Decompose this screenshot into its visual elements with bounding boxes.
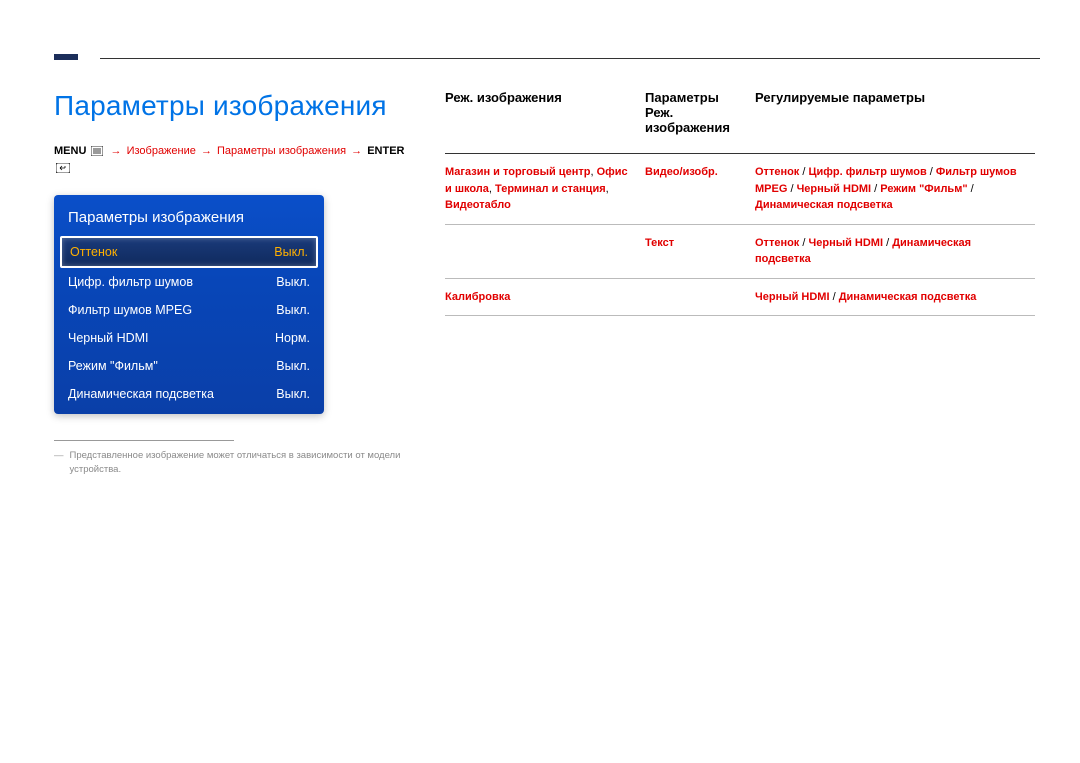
osd-title: Параметры изображения [54, 205, 324, 236]
osd-row[interactable]: Цифр. фильтр шумов Выкл. [54, 268, 324, 296]
breadcrumb-arrow: → [201, 145, 212, 157]
table-row: Калибровка Черный HDMI / Динамическая под… [445, 278, 1035, 316]
osd-row-value: Выкл. [274, 245, 308, 259]
footnote-text: Представленное изображение может отличат… [70, 449, 420, 478]
left-column: Параметры изображения MENU → Изображение… [54, 90, 419, 477]
footnote: ― Представленное изображение может отлич… [54, 449, 419, 478]
osd-row-value: Выкл. [276, 275, 310, 289]
table-cell: Оттенок / Цифр. фильтр шумов / Фильтр шу… [755, 154, 1035, 225]
menu-icon [91, 146, 103, 161]
breadcrumb-seg-1: Изображение [127, 145, 196, 157]
table-cell: Текст [645, 224, 755, 278]
osd-row-label: Режим "Фильм" [68, 359, 268, 373]
enter-icon [56, 163, 70, 178]
info-table: Реж. изображения ПараметрыРеж. изображен… [445, 90, 1035, 316]
breadcrumb-menu-label: MENU [54, 145, 86, 157]
table-cell: Видео/изобр. [645, 154, 755, 225]
osd-row-label: Цифр. фильтр шумов [68, 275, 268, 289]
osd-row[interactable]: Фильтр шумов MPEG Выкл. [54, 296, 324, 324]
footnote-dash: ― [54, 449, 64, 478]
osd-row-value: Норм. [275, 331, 310, 345]
osd-panel: Параметры изображения ОттенокВыкл.Цифр. … [54, 195, 324, 414]
footnote-rule [54, 440, 234, 441]
breadcrumb-enter-label: ENTER [367, 145, 404, 157]
table-cell [445, 224, 645, 278]
page-content: Параметры изображения MENU → Изображение… [54, 90, 1040, 477]
table-row: ТекстОттенок / Черный HDMI / Динамическа… [445, 224, 1035, 278]
header-accent [54, 54, 78, 60]
osd-row-label: Динамическая подсветка [68, 387, 268, 401]
table-cell: Магазин и торговый центр, Офис и школа, … [445, 154, 645, 225]
table-header-mode: Реж. изображения [445, 90, 645, 154]
table-cell [645, 278, 755, 316]
osd-row[interactable]: Динамическая подсветка Выкл. [54, 380, 324, 408]
table-header-adjustable: Регулируемые параметры [755, 90, 1035, 154]
osd-row-value: Выкл. [276, 387, 310, 401]
table-cell: Калибровка [445, 278, 645, 316]
breadcrumb-arrow: → [111, 145, 122, 157]
header-rule [100, 58, 1040, 59]
breadcrumb: MENU → Изображение → Параметры изображен… [54, 144, 419, 179]
table-row: Магазин и торговый центр, Офис и школа, … [445, 154, 1035, 225]
osd-row-value: Выкл. [276, 303, 310, 317]
right-column: Реж. изображения ПараметрыРеж. изображен… [445, 90, 1035, 316]
table-header-params: ПараметрыРеж. изображения [645, 90, 755, 154]
osd-row-value: Выкл. [276, 359, 310, 373]
osd-row-label: Фильтр шумов MPEG [68, 303, 268, 317]
table-cell: Черный HDMI / Динамическая подсветка [755, 278, 1035, 316]
osd-row-label: Оттенок [70, 245, 266, 259]
osd-row[interactable]: Режим "Фильм" Выкл. [54, 352, 324, 380]
breadcrumb-arrow: → [351, 145, 362, 157]
osd-row[interactable]: Черный HDMI Норм. [54, 324, 324, 352]
table-cell: Оттенок / Черный HDMI / Динамическая под… [755, 224, 1035, 278]
page-title: Параметры изображения [54, 90, 419, 122]
breadcrumb-seg-2: Параметры изображения [217, 145, 346, 157]
osd-row-label: Черный HDMI [68, 331, 267, 345]
osd-row[interactable]: Оттенок Выкл. [60, 236, 318, 268]
